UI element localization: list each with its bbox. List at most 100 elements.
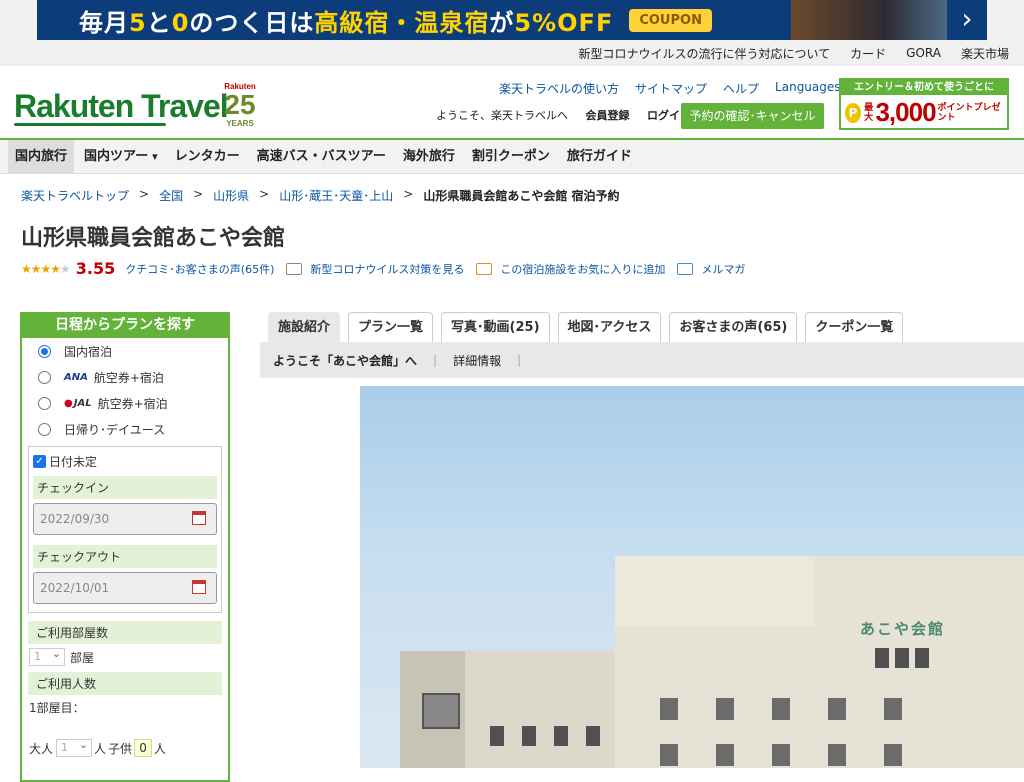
window bbox=[828, 744, 846, 766]
tab-reviews[interactable]: お客さまの声(65) bbox=[669, 312, 798, 342]
nav-overseas[interactable]: 海外旅行 bbox=[396, 140, 462, 173]
reviews-link[interactable]: クチコミ･お客さまの声(65件) bbox=[125, 261, 274, 277]
window bbox=[660, 698, 678, 720]
register-link[interactable]: 会員登録 bbox=[586, 109, 630, 122]
calendar-icon[interactable] bbox=[192, 511, 206, 525]
radio-dayuse[interactable] bbox=[38, 422, 51, 436]
radio-ana[interactable] bbox=[38, 370, 51, 384]
radio-domestic[interactable] bbox=[38, 344, 51, 358]
reservation-check-button[interactable]: 予約の確認･キャンセル bbox=[681, 103, 824, 129]
building-upper bbox=[615, 556, 815, 626]
plan-search-panel: 日程からプランを探す 国内宿泊 ANA 航空券+宿泊 JAL 航空券+宿泊 日帰… bbox=[20, 312, 230, 782]
link-sitemap[interactable]: サイトマップ bbox=[635, 80, 707, 97]
breadcrumb: 楽天トラベルトップ > 全国 > 山形県 > 山形･蔵王･天童･上山 > 山形県職員会館… bbox=[21, 187, 620, 204]
breadcrumb-prefecture[interactable]: 山形県 bbox=[213, 187, 249, 204]
nav-domestic[interactable]: 国内旅行 bbox=[8, 140, 75, 173]
tab-plans[interactable]: プラン一覧 bbox=[348, 312, 434, 342]
option-dayuse[interactable]: 日帰り･デイユース bbox=[22, 416, 228, 442]
date-undecided-checkbox[interactable]: ✓ bbox=[33, 455, 46, 468]
link-help[interactable]: ヘルプ bbox=[723, 80, 759, 97]
adult-select[interactable]: 1 bbox=[56, 737, 93, 757]
mailmag-link[interactable]: メルマガ bbox=[701, 261, 745, 277]
window bbox=[772, 744, 790, 766]
window bbox=[915, 648, 929, 668]
tab-overview[interactable]: 施設紹介 bbox=[268, 312, 341, 342]
hotel-name: 山形県職員会館あこや会館 bbox=[21, 226, 286, 251]
window bbox=[554, 726, 568, 746]
breadcrumb-current: 山形県職員会館あこや会館 宿泊予約 bbox=[423, 189, 620, 203]
utility-link-card[interactable]: カード bbox=[850, 45, 886, 62]
banner-hotel-image bbox=[791, 0, 947, 40]
welcome-text: ようこそ、楽天トラベルへ bbox=[436, 109, 568, 122]
ana-logo-icon: ANA bbox=[64, 371, 88, 383]
option-domestic[interactable]: 国内宿泊 bbox=[22, 338, 228, 364]
window bbox=[660, 744, 678, 766]
building-sign: あこや会館 bbox=[860, 620, 946, 638]
date-box: ✓ 日付未定 チェックイン 2022/09/30 チェックアウト 2022/10… bbox=[28, 446, 222, 613]
checkout-label: チェックアウト bbox=[33, 545, 217, 568]
breadcrumb-top[interactable]: 楽天トラベルトップ bbox=[21, 187, 129, 204]
tab-map[interactable]: 地図･アクセス bbox=[557, 312, 662, 342]
checkout-input[interactable]: 2022/10/01 bbox=[33, 572, 217, 604]
subnav-welcome[interactable]: ようこそ「あこや会館」へ bbox=[273, 352, 417, 369]
welcome-area: ようこそ、楽天トラベルへ 会員登録 ログイン bbox=[436, 107, 691, 123]
window bbox=[490, 726, 504, 746]
utility-link-covid[interactable]: 新型コロナウイルスの流行に伴う対応について bbox=[579, 45, 831, 62]
link-howto[interactable]: 楽天トラベルの使い方 bbox=[499, 80, 619, 97]
rooms-row: 1 部屋 bbox=[22, 646, 228, 668]
chevron-right-icon[interactable]: › bbox=[947, 0, 987, 40]
guest-row: 大人 1 人 子供 0 人 bbox=[22, 737, 228, 759]
radio-jal[interactable] bbox=[38, 396, 51, 410]
site-header: Rakuten Travel Rakuten 25 YEARS 楽天トラベルの使… bbox=[0, 66, 1024, 140]
breadcrumb-area[interactable]: 山形･蔵王･天童･上山 bbox=[279, 187, 393, 204]
window bbox=[884, 744, 902, 766]
promo-banner[interactable]: 毎月5と0のつく日は高級宿・温泉宿が5%OFF COUPON › bbox=[37, 0, 987, 40]
date-undecided[interactable]: ✓ 日付未定 bbox=[33, 453, 217, 470]
subnav-details[interactable]: 詳細情報 bbox=[453, 352, 501, 369]
child-count[interactable]: 0 bbox=[134, 739, 153, 757]
covid-measures-link[interactable]: 新型コロナウイルス対策を見る bbox=[310, 261, 464, 277]
tab-coupons[interactable]: クーポン一覧 bbox=[805, 312, 904, 342]
option-jal[interactable]: JAL 航空券+宿泊 bbox=[22, 390, 228, 416]
rakuten-travel-logo[interactable]: Rakuten Travel bbox=[14, 88, 229, 125]
option-ana[interactable]: ANA 航空券+宿泊 bbox=[22, 364, 228, 390]
window bbox=[828, 698, 846, 720]
review-score: 3.55 bbox=[75, 259, 116, 278]
promo-amount: 3,000 bbox=[875, 97, 936, 127]
nav-coupon[interactable]: 割引クーポン bbox=[465, 140, 557, 173]
balcony bbox=[422, 693, 460, 729]
anniversary-logo: Rakuten 25 YEARS bbox=[224, 82, 256, 128]
news-icon bbox=[286, 262, 303, 275]
rating-row: ★★★★★ 3.55 クチコミ･お客さまの声(65件) 新型コロナウイルス対策を… bbox=[21, 259, 745, 278]
room1-label: 1部屋目： bbox=[29, 701, 85, 715]
add-favorite-link[interactable]: この宿泊施設をお気に入りに追加 bbox=[500, 261, 665, 277]
utility-link-gora[interactable]: GORA bbox=[906, 46, 941, 60]
mail-icon bbox=[677, 262, 694, 275]
window bbox=[716, 744, 734, 766]
top-banner-area: 毎月5と0のつく日は高級宿・温泉宿が5%OFF COUPON › bbox=[0, 0, 1024, 40]
jal-logo-icon: JAL bbox=[64, 398, 92, 409]
coupon-badge: COUPON bbox=[629, 8, 712, 32]
window bbox=[772, 698, 790, 720]
tab-photos[interactable]: 写真･動画(25) bbox=[441, 312, 550, 342]
promo-headline: エントリー＆初めて使うごとに bbox=[841, 80, 1007, 95]
window bbox=[875, 648, 889, 668]
star-rating-icon: ★★★★★ bbox=[21, 261, 71, 276]
hotel-tabs: 施設紹介 プラン一覧 写真･動画(25) 地図･アクセス お客さまの声(65) … bbox=[268, 312, 911, 342]
calendar-icon[interactable] bbox=[192, 580, 206, 594]
promo-unit: ポイントプレゼント bbox=[937, 102, 1001, 123]
point-coin-icon: P bbox=[845, 102, 862, 123]
checkin-input[interactable]: 2022/09/30 bbox=[33, 503, 217, 535]
window bbox=[716, 698, 734, 720]
rooms-label: ご利用部屋数 bbox=[28, 621, 222, 644]
window bbox=[895, 648, 909, 668]
rooms-select[interactable]: 1 bbox=[29, 646, 65, 666]
nav-guide[interactable]: 旅行ガイド bbox=[560, 140, 639, 173]
points-promo-banner[interactable]: エントリー＆初めて使うごとに P 最大 3,000 ポイントプレゼント bbox=[839, 78, 1009, 130]
nav-rentacar[interactable]: レンタカー bbox=[168, 140, 247, 173]
utility-link-ichiba[interactable]: 楽天市場 bbox=[961, 45, 1009, 62]
breadcrumb-national[interactable]: 全国 bbox=[159, 187, 183, 204]
nav-bus[interactable]: 高速バス・バスツアー bbox=[250, 140, 393, 173]
nav-domestic-tour[interactable]: 国内ツアー bbox=[77, 140, 165, 173]
checkin-label: チェックイン bbox=[33, 476, 217, 499]
